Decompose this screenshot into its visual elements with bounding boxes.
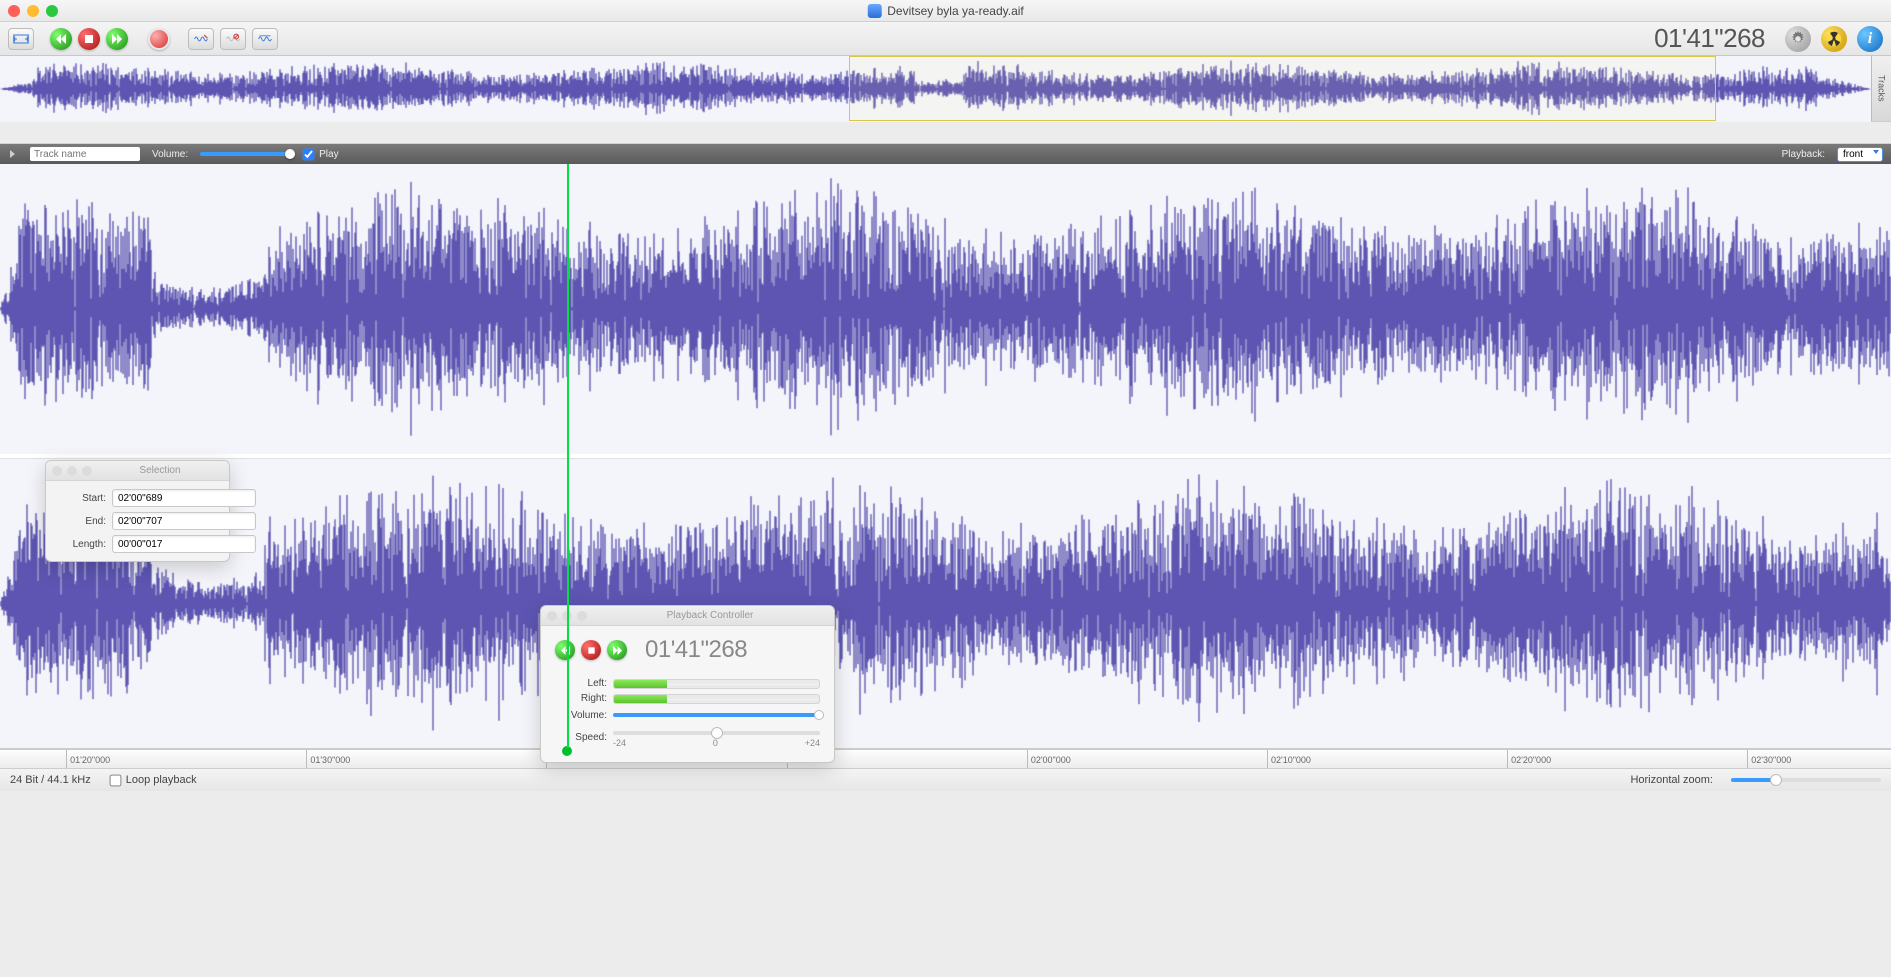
settings-button[interactable] — [1785, 26, 1811, 52]
main-toolbar: 01'41"268 i — [0, 22, 1891, 56]
panel-rewind-button[interactable] — [555, 640, 575, 660]
traffic-lights — [8, 5, 58, 17]
panel-close-icon[interactable] — [547, 611, 557, 621]
audio-format-label: 24 Bit / 44.1 kHz — [10, 774, 91, 786]
playback-select[interactable]: front — [1837, 147, 1883, 162]
play-checkbox[interactable] — [303, 148, 315, 160]
status-bar: 24 Bit / 44.1 kHz Loop playback Horizont… — [0, 769, 1891, 791]
main-waveform-area[interactable] — [0, 164, 1891, 749]
overview-selection-box[interactable] — [849, 56, 1715, 121]
selection-panel-header[interactable]: Selection — [46, 461, 229, 481]
volume-label: Volume: — [152, 149, 188, 160]
window-title: Devitsey byla ya-ready.aif — [867, 4, 1024, 18]
waveform-tool-button[interactable] — [188, 28, 214, 50]
track-name-input[interactable] — [30, 147, 140, 161]
left-level-meter — [613, 679, 820, 689]
track-header-bar: Volume: Play Playback: front — [0, 144, 1891, 164]
horizontal-zoom-label: Horizontal zoom: — [1630, 774, 1713, 786]
zoom-window-button[interactable] — [46, 5, 58, 17]
playback-panel-title: Playback Controller — [592, 610, 828, 621]
selection-end-label: End: — [56, 516, 106, 527]
panel-time-display: 01'41"268 — [645, 636, 747, 664]
ruler-tick: 02'20"000 — [1507, 750, 1551, 768]
time-display: 01'41"268 — [1654, 23, 1765, 54]
play-checkbox-label: Play — [319, 149, 338, 160]
playback-select-wrap[interactable]: front — [1837, 147, 1883, 162]
selection-panel[interactable]: Selection Start: End: Length: — [45, 460, 230, 562]
playback-panel-header[interactable]: Playback Controller — [541, 606, 834, 626]
waveform-tool-2-button[interactable] — [252, 28, 278, 50]
document-icon — [867, 4, 881, 18]
panel-zoom-icon[interactable] — [577, 611, 587, 621]
minimize-window-button[interactable] — [27, 5, 39, 17]
panel-volume-slider[interactable] — [613, 713, 820, 717]
stop-button[interactable] — [78, 28, 100, 50]
overview-waveform[interactable] — [0, 56, 1871, 121]
right-level-meter — [613, 694, 820, 704]
speed-tick-marks: -24 0 +24 — [613, 738, 820, 748]
record-button[interactable] — [148, 28, 170, 50]
panel-volume-label: Volume: — [555, 710, 607, 721]
horizontal-zoom-slider[interactable] — [1731, 778, 1881, 782]
left-meter-label: Left: — [555, 678, 607, 689]
panel-speed-slider[interactable] — [613, 731, 820, 735]
panel-stop-button[interactable] — [581, 640, 601, 660]
selection-start-input[interactable] — [112, 489, 256, 507]
selection-length-input[interactable] — [112, 535, 256, 553]
info-button[interactable]: i — [1857, 26, 1883, 52]
window-title-text: Devitsey byla ya-ready.aif — [887, 4, 1024, 18]
loop-checkbox-wrap[interactable]: Loop playback — [109, 774, 197, 787]
fit-to-window-button[interactable] — [8, 28, 34, 50]
channel-right[interactable] — [0, 458, 1891, 748]
track-volume-slider[interactable] — [200, 152, 290, 156]
playback-controller-panel[interactable]: Playback Controller 01'41"268 Left: Righ… — [540, 605, 835, 763]
playback-label: Playback: — [1782, 149, 1825, 160]
selection-start-label: Start: — [56, 493, 106, 504]
ruler-tick: 02'30"000 — [1747, 750, 1791, 768]
ruler-tick: 02'00"000 — [1027, 750, 1071, 768]
panel-min-icon[interactable] — [67, 466, 77, 476]
ruler-tick: 02'10"000 — [1267, 750, 1311, 768]
ruler-tick: 01'30"000 — [306, 750, 350, 768]
panel-close-icon[interactable] — [52, 466, 62, 476]
ruler-tick: 01'20"000 — [66, 750, 110, 768]
disable-tool-button[interactable] — [220, 28, 246, 50]
window-titlebar: Devitsey byla ya-ready.aif — [0, 0, 1891, 22]
panel-zoom-icon[interactable] — [82, 466, 92, 476]
loop-playback-label: Loop playback — [126, 774, 197, 786]
panel-speed-label: Speed: — [555, 732, 607, 743]
process-button[interactable] — [1821, 26, 1847, 52]
channel-left[interactable] — [0, 164, 1891, 454]
forward-button[interactable] — [106, 28, 128, 50]
play-checkbox-wrap[interactable]: Play — [302, 148, 338, 161]
tracks-sidebar-tab[interactable]: Tracks — [1871, 56, 1891, 121]
loop-playback-checkbox[interactable] — [109, 774, 121, 786]
time-ruler[interactable]: 01'20"00001'30"00001'40"00001'50"00002'0… — [0, 749, 1891, 769]
selection-end-input[interactable] — [112, 512, 256, 530]
overview-strip: Tracks — [0, 56, 1891, 122]
close-window-button[interactable] — [8, 5, 20, 17]
rewind-button[interactable] — [50, 28, 72, 50]
track-expand-icon[interactable] — [8, 149, 18, 159]
right-meter-label: Right: — [555, 693, 607, 704]
selection-panel-title: Selection — [97, 465, 223, 476]
selection-length-label: Length: — [56, 539, 106, 550]
playhead[interactable] — [567, 164, 569, 748]
panel-forward-button[interactable] — [607, 640, 627, 660]
